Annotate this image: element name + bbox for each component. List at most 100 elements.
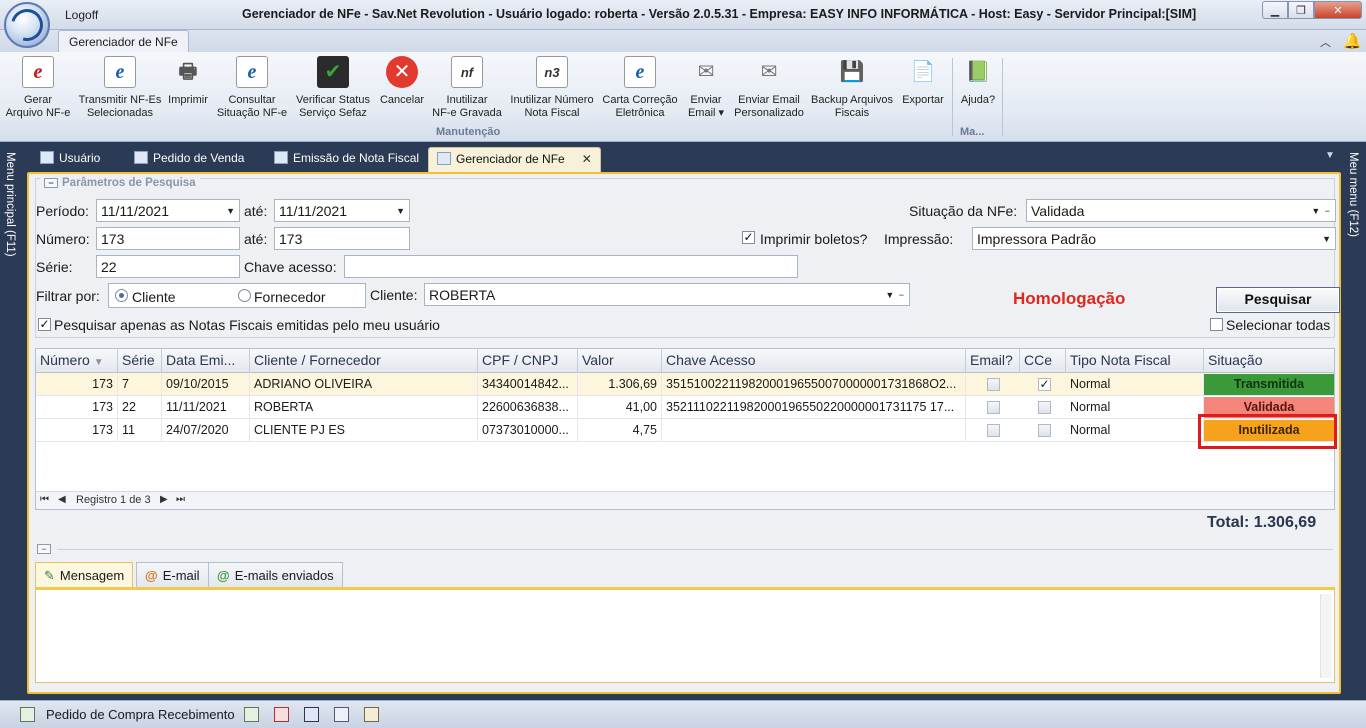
tab-email[interactable]: @ E-mail (136, 562, 209, 588)
col-chave[interactable]: Chave Acesso (662, 349, 966, 373)
table-row[interactable]: 173 7 09/10/2015 ADRIANO OLIVEIRA 343400… (36, 373, 1334, 396)
status-badge: Transmitida (1204, 374, 1334, 395)
minimize-button[interactable]: ▁ (1262, 1, 1288, 19)
notification-bell-icon[interactable]: 🔔 (1343, 32, 1362, 50)
tab-emails-enviados[interactable]: @ E-mails enviados (208, 562, 343, 588)
backup-button[interactable]: 💾 Backup Arquivos Fiscais (809, 56, 895, 120)
scrollbar[interactable] (1320, 594, 1332, 678)
consultar-situacao-button[interactable]: e Consultar Situação NF-e (216, 56, 288, 120)
tab-emissao-nota[interactable]: Emissão de Nota Fiscal (266, 147, 427, 172)
cliente-select[interactable]: ROBERTA ▼ − (424, 283, 910, 306)
col-valor[interactable]: Valor (578, 349, 662, 373)
exportar-button[interactable]: 📄 Exportar (900, 56, 946, 107)
col-cpf[interactable]: CPF / CNPJ (478, 349, 578, 373)
enviar-email-personalizado-button[interactable]: ✉ Enviar Email Personalizado (733, 56, 805, 120)
apenas-usuario-label: Pesquisar apenas as Notas Fiscais emitid… (54, 317, 440, 333)
serie-input[interactable]: 22 (96, 255, 240, 278)
apenas-usuario-checkbox[interactable]: ✓ (38, 318, 51, 331)
col-cliente[interactable]: Cliente / Fornecedor (250, 349, 478, 373)
next-record-icon[interactable]: ▶ (160, 494, 168, 505)
col-numero[interactable]: Número ▼ (36, 349, 118, 373)
at-icon: @ (145, 568, 158, 583)
document-tab-strip: Usuário Pedido de Venda Emissão de Nota … (22, 142, 1342, 172)
ribbon-collapse-icon[interactable]: ︿ (1320, 34, 1331, 50)
table-row[interactable]: 173 22 11/11/2021 ROBERTA 22600636838...… (36, 396, 1334, 419)
table-row[interactable]: 173 11 24/07/2020 CLIENTE PJ ES 07373010… (36, 419, 1334, 442)
email-checkbox[interactable] (987, 424, 1000, 437)
meu-menu-rail[interactable]: Meu menu (F12) (1342, 142, 1366, 700)
gerar-arquivo-button[interactable]: e Gerar Arquivo NF-e (4, 56, 72, 120)
grid-header: Número ▼ Série Data Emi... Cliente / For… (36, 349, 1334, 373)
col-situacao[interactable]: Situação (1204, 349, 1334, 373)
pedido-compra-link[interactable]: Pedido de Compra (46, 707, 154, 722)
transmitir-button[interactable]: e Transmitir NF-Es Selecionadas (78, 56, 162, 120)
cancelar-button[interactable]: ✕ Cancelar (378, 56, 426, 107)
recebimento-link[interactable]: Recebimento (158, 707, 235, 722)
serie-label: Série: (36, 259, 73, 275)
menu-principal-rail[interactable]: Menu principal (F11) (0, 142, 22, 700)
imprimir-boletos-checkbox[interactable]: ✓ (742, 231, 755, 244)
report-icon[interactable] (274, 707, 289, 722)
dropdown-arrow-icon[interactable]: ▼ (1322, 230, 1331, 248)
col-email[interactable]: Email? (966, 349, 1020, 373)
purchase-order-icon[interactable] (20, 707, 35, 722)
numero-de-input[interactable]: 173 (96, 227, 240, 250)
imprimir-button[interactable]: 🖶 Imprimir (166, 56, 210, 107)
product-add-icon[interactable] (304, 707, 319, 722)
tab-usuario[interactable]: Usuário (32, 147, 108, 172)
cce-checkbox[interactable]: ✓ (1038, 378, 1051, 391)
dropdown-arrow-icon[interactable]: ▼ − (885, 286, 905, 304)
cce-checkbox[interactable] (1038, 424, 1051, 437)
maximize-button[interactable]: ❐ (1288, 1, 1314, 19)
sent-mail-icon: @ (217, 568, 230, 583)
app-logo-icon[interactable] (4, 2, 50, 48)
cce-checkbox[interactable] (1038, 401, 1051, 414)
document-icon[interactable] (334, 707, 349, 722)
impressao-select[interactable]: Impressora Padrão ▼ (972, 227, 1336, 250)
chave-acesso-input[interactable] (344, 255, 798, 278)
users-icon[interactable] (364, 707, 379, 722)
email-checkbox[interactable] (987, 378, 1000, 391)
verificar-status-button[interactable]: ✔ Verificar Status Serviço Sefaz (294, 56, 372, 120)
situacao-select[interactable]: Validada ▼ − (1026, 199, 1336, 222)
col-data[interactable]: Data Emi... (162, 349, 250, 373)
last-record-icon[interactable]: ⏭ (176, 494, 185, 505)
tab-mensagem[interactable]: ✎ Mensagem (35, 562, 134, 588)
carta-correcao-button[interactable]: e Carta Correção Eletrônica (600, 56, 680, 120)
close-tab-icon[interactable]: ✕ (582, 152, 592, 166)
inutilizar-nfe-button[interactable]: nf Inutilizar NF-e Gravada (432, 56, 502, 120)
dropdown-arrow-icon[interactable]: ▼ − (1311, 202, 1331, 220)
col-tipo[interactable]: Tipo Nota Fiscal (1066, 349, 1204, 373)
enviar-email-button[interactable]: ✉ Enviar Email ▾ (684, 56, 728, 120)
tab-pedido-venda[interactable]: Pedido de Venda (126, 147, 252, 172)
window-title: Gerenciador de NFe - Sav.Net Revolution … (242, 7, 1197, 21)
inutilizar-numero-button[interactable]: n3 Inutilizar Número Nota Fiscal (508, 56, 596, 120)
dropdown-arrow-icon[interactable]: ▼ (396, 202, 405, 220)
number-void-icon: n3 (536, 56, 568, 88)
col-cce[interactable]: CCe (1020, 349, 1066, 373)
email-checkbox[interactable] (987, 401, 1000, 414)
periodo-de-input[interactable]: 11/11/2021 ▼ (96, 199, 240, 222)
periodo-ate-input[interactable]: 11/11/2021 ▼ (274, 199, 410, 222)
correction-letter-icon: e (624, 56, 656, 88)
tab-gerenciador-nfe[interactable]: Gerenciador de NFe ✕ (428, 147, 601, 172)
radio-cliente[interactable] (115, 289, 128, 302)
radio-fornecedor[interactable] (238, 289, 251, 302)
numero-ate-input[interactable]: 173 (274, 227, 410, 250)
logoff-link[interactable]: Logoff (65, 8, 98, 22)
selecionar-todas-checkbox[interactable] (1210, 318, 1223, 331)
prev-record-icon[interactable]: ◀ (58, 494, 66, 505)
pesquisar-button[interactable]: Pesquisar (1216, 287, 1340, 313)
collapse-icon[interactable]: − (44, 178, 58, 188)
close-window-button[interactable]: ✕ (1314, 1, 1362, 19)
ribbon-tab-gerenciador[interactable]: Gerenciador de NFe (58, 30, 189, 53)
spreadsheet-icon[interactable] (244, 707, 259, 722)
message-textarea[interactable] (35, 587, 1335, 683)
collapse-icon[interactable]: − (37, 544, 51, 554)
dropdown-arrow-icon[interactable]: ▼ (226, 202, 235, 220)
help-book-icon: 📗 (965, 60, 991, 83)
first-record-icon[interactable]: ⏮ (40, 494, 49, 505)
tab-list-dropdown-icon[interactable]: ▼ (1325, 150, 1335, 161)
col-serie[interactable]: Série (118, 349, 162, 373)
ajuda-button[interactable]: 📗 Ajuda? (956, 56, 1000, 107)
